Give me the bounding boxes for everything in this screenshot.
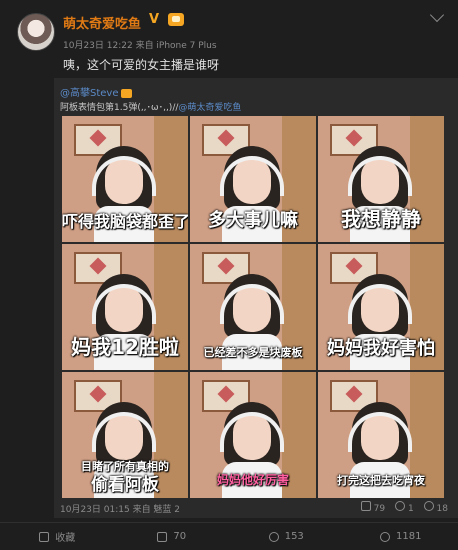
image-caption-text: 妈妈他好厉害 bbox=[216, 473, 289, 487]
repost-author-name[interactable]: @高攀Steve bbox=[60, 88, 119, 99]
grid-image-2[interactable]: 多大事儿嘛 bbox=[190, 116, 316, 242]
repost-footer: 10月23日 01:15 来自 魅蓝 2 bbox=[60, 505, 181, 515]
grid-image-7[interactable]: 目睹了所有真相的 偷看阿板 bbox=[62, 372, 188, 498]
comment-count-value: 1 bbox=[407, 504, 414, 514]
like-button[interactable]: 1181 bbox=[344, 523, 458, 550]
image-caption: 妈我12胜啦 bbox=[71, 335, 179, 359]
post-header: 萌太奇爱吃鱼 V 10月23日 12:22 来自 iPhone 7 Plus 咦… bbox=[0, 0, 458, 88]
comment-icon bbox=[395, 501, 406, 511]
image-caption: 妈妈他好厉害 bbox=[190, 469, 316, 488]
mention-link[interactable]: @萌太奇爱吃鱼 bbox=[178, 103, 241, 113]
grid-image-3[interactable]: 我想静静 bbox=[318, 116, 444, 242]
favorite-label: 收藏 bbox=[55, 533, 76, 544]
image-caption: 已经差不多是块废板 bbox=[203, 346, 303, 359]
image-caption-line2: 偷看阿板 bbox=[91, 475, 159, 495]
comment-label: 153 bbox=[284, 531, 304, 542]
post-text: 咦，这个可爱的女主播是谁呀 bbox=[63, 58, 220, 72]
like-count-value: 18 bbox=[436, 504, 448, 514]
image-caption: 我想静静 bbox=[341, 207, 421, 231]
image-caption-line1: 目睹了所有真相的 bbox=[81, 460, 169, 473]
username[interactable]: 萌太奇爱吃鱼 bbox=[63, 13, 141, 32]
repost-icon bbox=[157, 531, 168, 542]
grid-image-9[interactable]: 打完这把去吃宵夜 bbox=[318, 372, 444, 498]
repost-text: 阿板表情包第1.5弹(,,･ω･,,)//@萌太奇爱吃鱼 bbox=[60, 100, 241, 113]
repost-stats: 79 1 18 bbox=[360, 501, 448, 514]
repost-author[interactable]: @高攀Steve bbox=[60, 84, 132, 99]
grid-image-4[interactable]: 妈我12胜啦 bbox=[62, 244, 188, 370]
member-badge-icon bbox=[168, 13, 184, 26]
thumbs-up-icon bbox=[380, 531, 391, 542]
image-caption: 打完这把去吃宵夜 bbox=[337, 474, 425, 487]
comment-icon bbox=[268, 531, 279, 542]
grid-image-8[interactable]: 妈妈他好厉害 bbox=[190, 372, 316, 498]
image-caption: 妈妈我好害怕 bbox=[327, 338, 435, 359]
comment-button[interactable]: 153 bbox=[229, 523, 344, 550]
like-icon bbox=[423, 501, 434, 511]
like-count[interactable]: 18 bbox=[423, 501, 448, 514]
comment-count[interactable]: 1 bbox=[395, 501, 414, 514]
star-icon bbox=[39, 531, 50, 542]
repost-card[interactable]: @高攀Steve 阿板表情包第1.5弹(,,･ω･,,)//@萌太奇爱吃鱼 吓得… bbox=[54, 78, 458, 518]
repost-text-body: 阿板表情包第1.5弹(,,･ω･,,)// bbox=[60, 103, 179, 113]
grid-image-1[interactable]: 吓得我脑袋都歪了 bbox=[62, 116, 188, 242]
image-caption: 目睹了所有真相的 偷看阿板 bbox=[62, 458, 188, 494]
avatar[interactable] bbox=[17, 13, 55, 51]
verified-badge: V bbox=[149, 12, 160, 27]
action-bar: 收藏 70 153 1181 bbox=[0, 522, 458, 550]
like-label: 1181 bbox=[396, 531, 422, 542]
repost-count-value: 79 bbox=[373, 504, 386, 514]
image-caption: 吓得我脑袋都歪了 bbox=[62, 212, 188, 231]
repost-icon bbox=[360, 501, 371, 511]
image-grid: 吓得我脑袋都歪了 多大事儿嘛 我想静静 妈我12胜啦 已经差不多是块废板 妈妈我… bbox=[62, 116, 444, 498]
repost-count[interactable]: 79 bbox=[360, 501, 386, 514]
favorite-button[interactable]: 收藏 bbox=[0, 523, 115, 550]
grid-image-6[interactable]: 妈妈我好害怕 bbox=[318, 244, 444, 370]
chevron-down-icon[interactable] bbox=[429, 7, 445, 23]
repost-label: 70 bbox=[173, 531, 187, 542]
member-badge-icon bbox=[120, 88, 132, 98]
post-meta: 10月23日 12:22 来自 iPhone 7 Plus bbox=[63, 41, 217, 51]
image-caption: 多大事儿嘛 bbox=[208, 210, 298, 231]
repost-button[interactable]: 70 bbox=[115, 523, 230, 550]
grid-image-5[interactable]: 已经差不多是块废板 bbox=[190, 244, 316, 370]
